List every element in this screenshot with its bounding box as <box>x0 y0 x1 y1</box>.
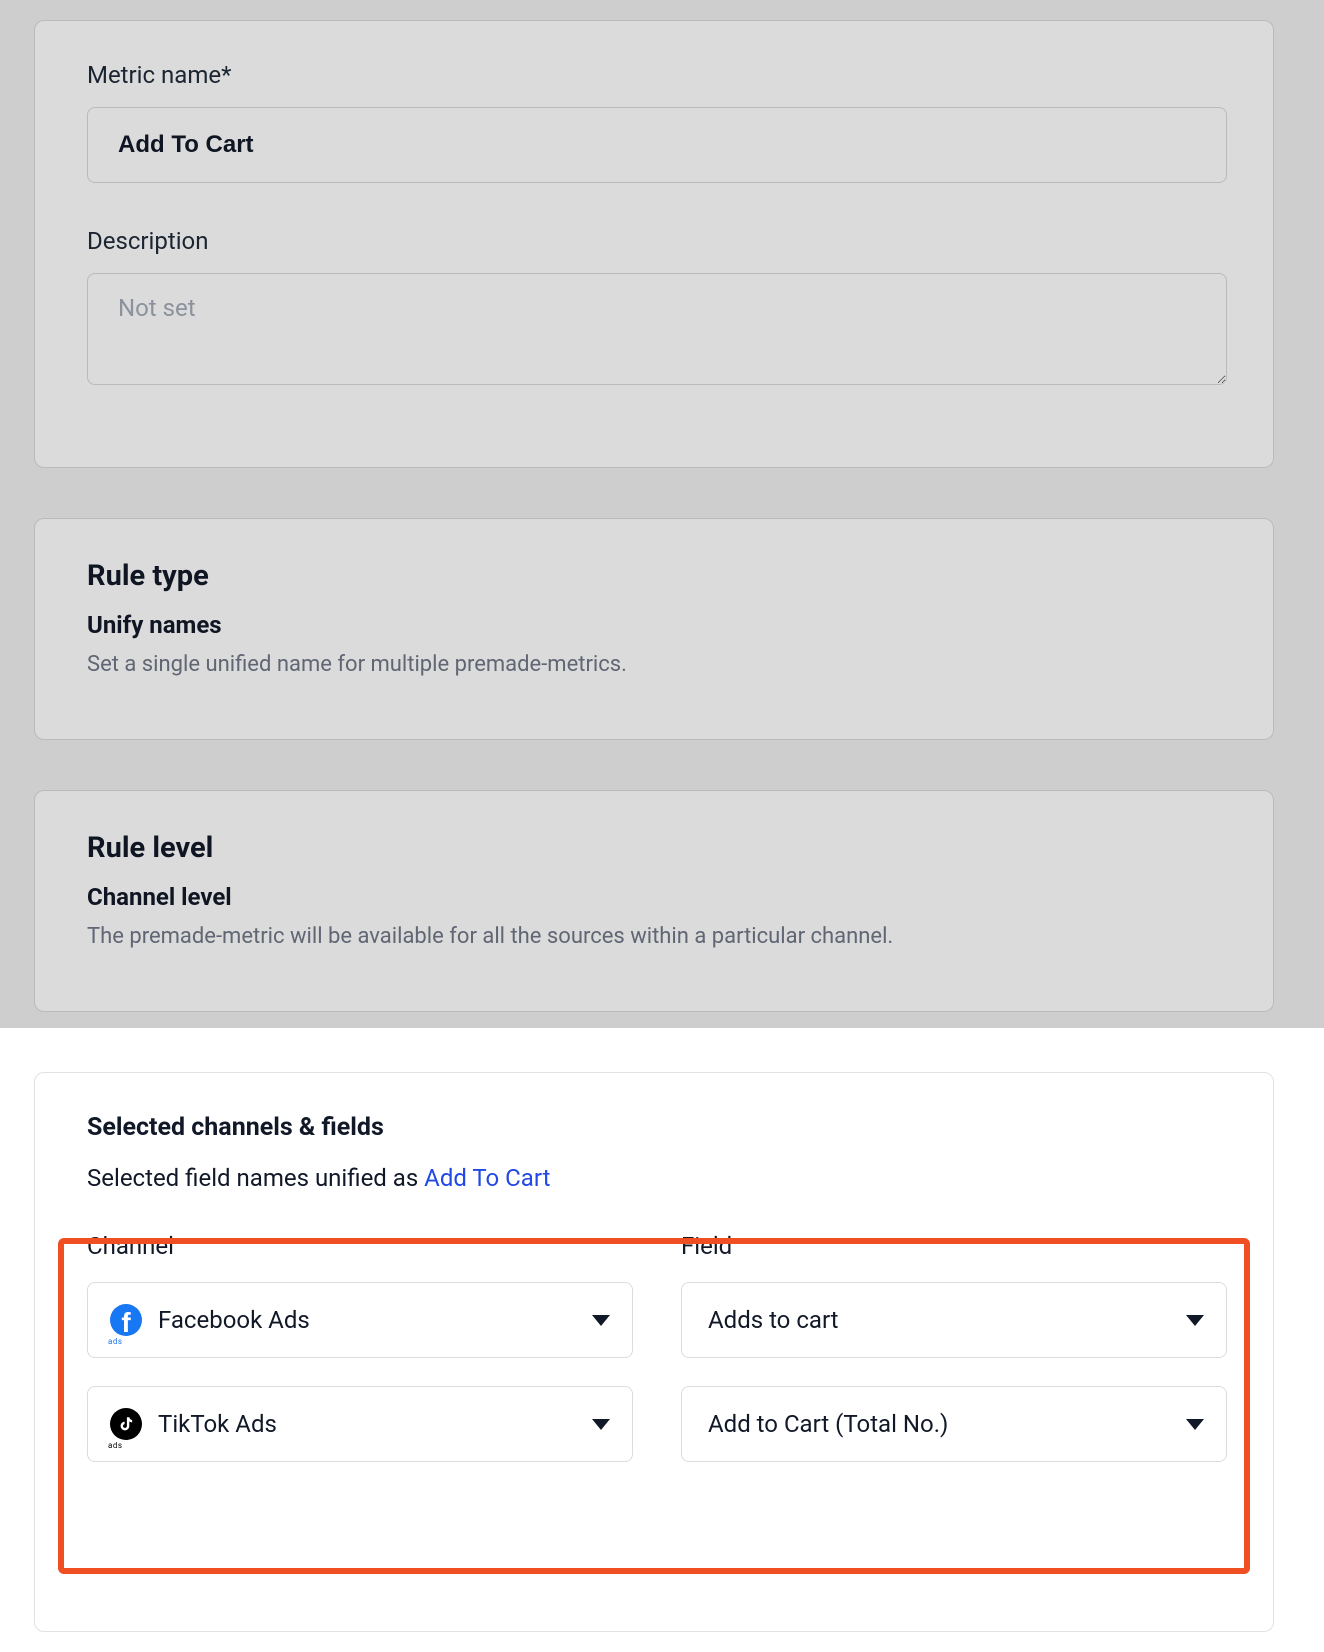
channel-column: Channel ads Facebook Ads ads TikTok Ads <box>87 1232 633 1490</box>
rule-level-description: The premade-metric will be available for… <box>87 921 1221 953</box>
channel-column-header: Channel <box>87 1232 633 1260</box>
selected-subtext-prefix: Selected field names unified as <box>87 1164 424 1192</box>
tiktok-ads-icon: ads <box>110 1408 142 1440</box>
field-dropdown-label: Adds to cart <box>704 1306 1186 1334</box>
channel-dropdown-label: TikTok Ads <box>158 1410 592 1438</box>
channel-dropdown-label: Facebook Ads <box>158 1306 592 1334</box>
rule-type-subheading: Unify names <box>87 611 1221 639</box>
chevron-down-icon <box>592 1315 610 1326</box>
rule-type-description: Set a single unified name for multiple p… <box>87 649 1221 681</box>
selected-channels-card: Selected channels & fields Selected fiel… <box>34 1072 1274 1632</box>
description-textarea[interactable] <box>87 273 1227 385</box>
field-column: Field Adds to cart Add to Cart (Total No… <box>681 1232 1227 1490</box>
rule-type-card: Rule type Unify names Set a single unifi… <box>34 518 1274 740</box>
selected-heading: Selected channels & fields <box>87 1113 1221 1142</box>
channel-dropdown-facebook-ads[interactable]: ads Facebook Ads <box>87 1282 633 1358</box>
rule-level-heading: Rule level <box>87 831 1221 865</box>
field-column-header: Field <box>681 1232 1227 1260</box>
metric-name-input[interactable] <box>87 107 1227 183</box>
rule-level-subheading: Channel level <box>87 883 1221 911</box>
chevron-down-icon <box>1186 1419 1204 1430</box>
facebook-ads-icon: ads <box>110 1304 142 1336</box>
metric-name-label: Metric name* <box>87 61 1221 89</box>
field-dropdown-label: Add to Cart (Total No.) <box>704 1410 1186 1438</box>
channel-dropdown-tiktok-ads[interactable]: ads TikTok Ads <box>87 1386 633 1462</box>
field-dropdown-adds-to-cart[interactable]: Adds to cart <box>681 1282 1227 1358</box>
field-dropdown-add-to-cart-total[interactable]: Add to Cart (Total No.) <box>681 1386 1227 1462</box>
metric-card: Metric name* Description <box>34 20 1274 468</box>
chevron-down-icon <box>1186 1315 1204 1326</box>
rule-level-card: Rule level Channel level The premade-met… <box>34 790 1274 1012</box>
description-label: Description <box>87 227 1221 255</box>
chevron-down-icon <box>592 1419 610 1430</box>
unified-name-link[interactable]: Add To Cart <box>424 1164 550 1192</box>
rule-type-heading: Rule type <box>87 559 1221 593</box>
selected-subtext: Selected field names unified as Add To C… <box>87 1164 1221 1192</box>
